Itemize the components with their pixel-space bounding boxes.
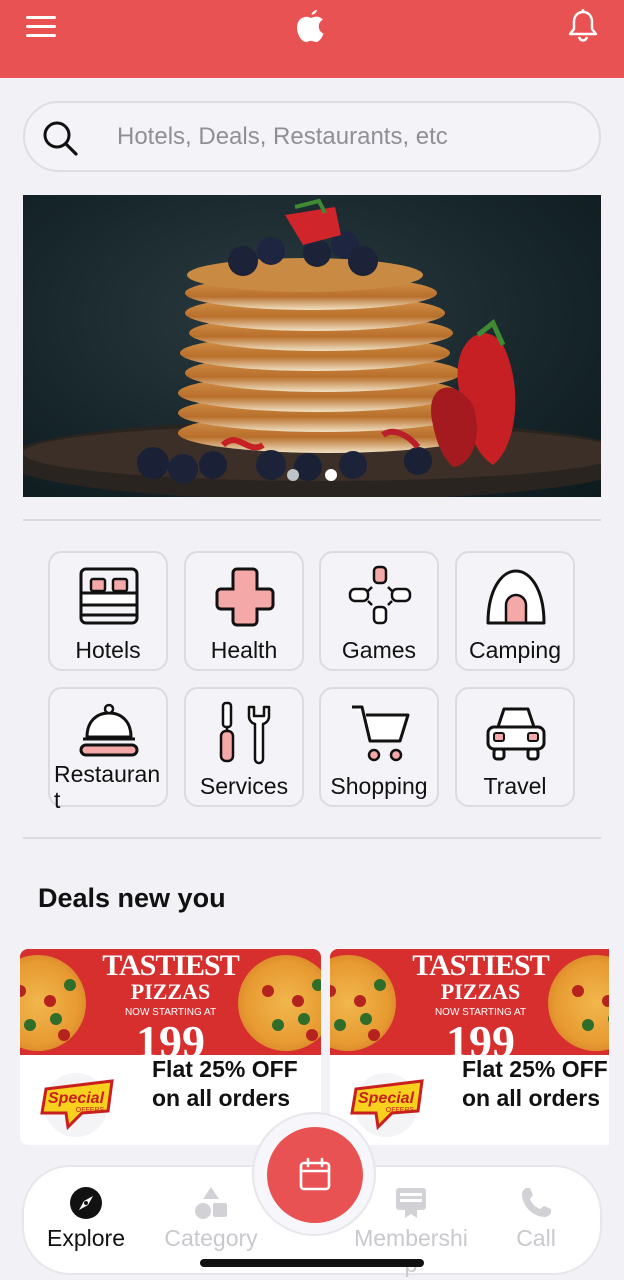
category-health[interactable]: Health (184, 551, 304, 671)
tools-icon (219, 701, 271, 765)
category-games[interactable]: Games (319, 551, 439, 671)
svg-text:OFFERS: OFFERS (76, 1107, 105, 1114)
shopping-cart-icon (352, 705, 410, 762)
svg-text:OFFERS: OFFERS (386, 1107, 415, 1114)
divider (23, 837, 601, 839)
search-bar[interactable] (23, 101, 601, 172)
hamburger-menu-icon[interactable] (24, 12, 60, 42)
category-label: Health (210, 637, 278, 663)
deal-banner-image: TASTIEST PIZZAS NOW STARTING AT 199 (330, 949, 609, 1055)
hotel-bed-icon (79, 567, 139, 625)
deal-card[interactable]: TASTIEST PIZZAS NOW STARTING AT 199 Spec… (330, 949, 609, 1145)
deal-description: Flat 25% OFF on all orders (152, 1056, 298, 1111)
svg-text:Special: Special (358, 1090, 415, 1107)
category-camping[interactable]: Camping (455, 551, 575, 671)
phone-icon (522, 1188, 551, 1217)
apple-logo-icon (297, 10, 324, 42)
nav-label: Explore (47, 1225, 125, 1251)
deal-banner-subtitle: PIZZAS (440, 979, 521, 1004)
category-label: Hotels (75, 637, 141, 663)
category-services[interactable]: Services (184, 687, 304, 807)
top-app-bar (0, 0, 624, 78)
deal-description: Flat 25% OFF on all orders (462, 1056, 608, 1111)
pancake-stack-image (23, 198, 601, 497)
nav-label: Category (164, 1225, 258, 1251)
nav-label: Call (516, 1225, 556, 1251)
calendar-icon (299, 1157, 331, 1191)
shapes-icon (195, 1187, 227, 1219)
category-restaurant[interactable]: Restaurant (48, 687, 168, 813)
svg-text:Special: Special (48, 1090, 105, 1107)
deal-banner-price: 199 (446, 1016, 515, 1056)
nav-explore[interactable]: Explore (26, 1185, 146, 1251)
health-cross-icon (215, 567, 275, 627)
category-travel[interactable]: Travel (455, 687, 575, 807)
deal-banner-title: TASTIEST (412, 949, 550, 982)
category-label: Services (199, 773, 289, 799)
gamepad-icon (348, 565, 412, 625)
category-label: Games (341, 637, 417, 663)
category-label: Travel (483, 773, 547, 799)
deal-banner-subtitle: PIZZAS (130, 979, 211, 1004)
category-label: Camping (468, 637, 562, 663)
calendar-fab-button[interactable] (267, 1127, 363, 1223)
special-offers-badge-icon: Special OFFERS (40, 1073, 114, 1137)
category-hotels[interactable]: Hotels (48, 551, 168, 671)
deal-banner-image: TASTIEST PIZZAS NOW STARTING AT 199 (20, 949, 321, 1055)
category-shopping[interactable]: Shopping (319, 687, 439, 807)
special-offers-badge-icon: Special OFFERS (350, 1073, 424, 1137)
deal-card[interactable]: TASTIEST PIZZAS NOW STARTING AT 199 Spec… (20, 949, 321, 1145)
category-label: Shopping (330, 773, 428, 799)
divider (23, 519, 601, 521)
compass-icon (70, 1187, 102, 1219)
promo-banner-carousel[interactable] (23, 195, 601, 497)
tent-icon (486, 569, 546, 625)
deals-section-title: Deals new you (38, 883, 226, 913)
carousel-dot[interactable] (287, 469, 299, 481)
deal-banner-title: TASTIEST (102, 949, 240, 982)
home-indicator (200, 1259, 424, 1267)
carousel-dots (23, 469, 601, 481)
carousel-dot-active[interactable] (325, 469, 337, 481)
deal-banner-price: 199 (136, 1016, 205, 1056)
membership-card-icon (396, 1188, 426, 1218)
category-label: Restaurant (54, 761, 161, 813)
nav-label: Membership (354, 1225, 468, 1277)
car-icon (486, 707, 546, 761)
search-icon (43, 121, 78, 156)
food-cloche-icon (79, 703, 139, 757)
nav-category[interactable]: Category (151, 1185, 271, 1251)
bell-icon[interactable] (566, 8, 600, 44)
search-input[interactable] (117, 117, 577, 157)
nav-call[interactable]: Call (476, 1185, 596, 1251)
